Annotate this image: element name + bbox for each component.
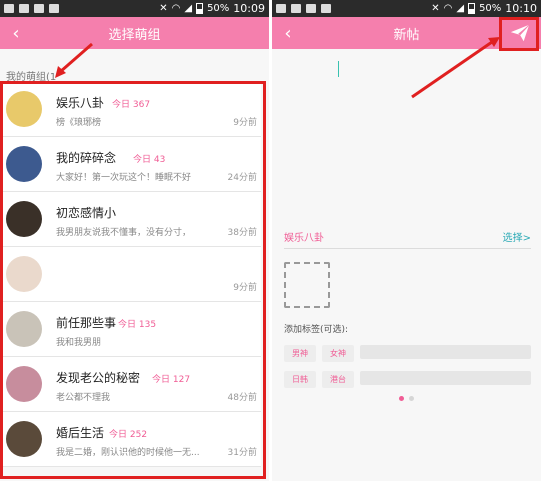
text-cursor — [338, 61, 339, 77]
notification-icon — [276, 4, 286, 13]
signal-icon: ◢ — [456, 3, 465, 14]
group-list-item[interactable]: 娱乐八卦 今日 367 榜《琅琊榜 9分前 — [0, 82, 261, 137]
latest-post-preview: 大家好！第一次玩这个！睡眠不好 — [56, 173, 192, 183]
clock: 10:10 — [505, 2, 537, 15]
usb-icon — [321, 4, 331, 13]
latest-post-preview: 我男朋友说我不懂事，没有分寸， — [56, 228, 192, 238]
image-icon — [19, 4, 29, 13]
group-list-item[interactable]: 发现老公的秘密 今日 127 老公都不理我 48分前 — [0, 357, 261, 412]
chevron-left-icon[interactable]: ‹ — [6, 23, 26, 44]
post-time: 38分前 — [227, 228, 257, 238]
tag-row-2: 日韩 港台 — [284, 371, 531, 388]
battery-icon — [468, 3, 476, 14]
today-count: 今日 135 — [118, 320, 157, 330]
group-name: 娱乐八卦 — [56, 96, 105, 110]
select-group-screen: ✕ ◠ ◢ 50% 10:09 ‹ 选择萌组 我的萌组(1 娱乐八卦 今日 367… — [0, 0, 269, 481]
group-item-body: 我的碎碎念 今日 43 大家好！第一次玩这个！睡眠不好 24分前 — [56, 137, 261, 191]
page-dot[interactable] — [399, 396, 404, 401]
post-content-textarea[interactable] — [272, 49, 541, 217]
usb-icon — [49, 4, 59, 13]
tag-chip[interactable]: 日韩 — [284, 371, 316, 388]
group-name: 发现老公的秘密 — [56, 371, 141, 385]
group-avatar — [6, 366, 42, 402]
clock: 10:09 — [233, 2, 265, 15]
group-list-item[interactable]: 前任那些事 今日 135 我和我男朋 — [0, 302, 261, 357]
tag-chip[interactable]: 港台 — [322, 371, 354, 388]
latest-post-preview: 榜《琅琊榜 — [56, 118, 102, 128]
wifi-icon: ◠ — [443, 3, 453, 14]
new-post-screen: ✕ ◠ ◢ 50% 10:10 ‹ 新帖 娱乐八卦 选择> 添加标签(可选): … — [272, 0, 541, 481]
app-icon — [306, 4, 316, 13]
wifi-icon: ◠ — [171, 3, 181, 14]
latest-post-preview: 我是二婚，刚认识他的时候他一无... — [56, 448, 200, 458]
group-name: 初恋感情小 — [56, 206, 117, 220]
add-photo-button[interactable] — [284, 262, 330, 308]
group-name: 婚后生活 — [56, 426, 105, 440]
page-title: 选择萌组 — [108, 27, 161, 43]
group-item-body: 9分前 — [56, 247, 261, 301]
today-count: 今日 127 — [152, 375, 191, 385]
mute-icon: ✕ — [431, 3, 440, 14]
tag-chip[interactable]: 男神 — [284, 345, 316, 362]
status-bar: ✕ ◠ ◢ 50% 10:10 — [272, 0, 541, 17]
group-item-body: 婚后生活 今日 252 我是二婚，刚认识他的时候他一无... 31分前 — [56, 412, 261, 466]
image-icon — [291, 4, 301, 13]
app-bar: ‹ 新帖 — [272, 17, 541, 49]
app-bar: ‹ 选择萌组 — [0, 17, 269, 49]
post-time: 48分前 — [227, 393, 257, 403]
app-icon — [34, 4, 44, 13]
group-avatar — [6, 91, 42, 127]
group-avatar — [6, 256, 42, 292]
post-time: 9分前 — [233, 283, 257, 293]
paper-plane-send-icon[interactable] — [509, 22, 531, 44]
selected-group-name: 娱乐八卦 — [284, 233, 324, 244]
post-time: 31分前 — [227, 448, 257, 458]
today-count: 今日 252 — [109, 430, 148, 440]
group-item-body: 发现老公的秘密 今日 127 老公都不理我 48分前 — [56, 357, 261, 411]
tag-row-1: 男神 女神 — [284, 345, 531, 362]
blurred-tags — [360, 345, 531, 359]
battery-percent: 50% — [479, 3, 502, 14]
group-avatar — [6, 421, 42, 457]
group-avatar — [6, 146, 42, 182]
mute-icon: ✕ — [159, 3, 168, 14]
group-avatar — [6, 311, 42, 347]
signal-icon: ◢ — [184, 3, 193, 14]
group-list: 娱乐八卦 今日 367 榜《琅琊榜 9分前 我的碎碎念 今日 43 大家好！第一次玩这个！睡… — [0, 82, 261, 467]
status-bar: ✕ ◠ ◢ 50% 10:09 — [0, 0, 269, 17]
page-dot[interactable] — [409, 396, 414, 401]
group-item-body: 前任那些事 今日 135 我和我男朋 — [56, 302, 261, 356]
latest-post-preview: 我和我男朋 — [56, 338, 102, 348]
chevron-left-icon[interactable]: ‹ — [278, 23, 298, 44]
today-count: 今日 367 — [112, 100, 151, 110]
tag-label: 添加标签(可选): — [284, 325, 349, 335]
page-indicator — [272, 396, 541, 401]
post-time: 24分前 — [227, 173, 257, 183]
tag-chip[interactable]: 女神 — [322, 345, 354, 362]
notification-icon — [4, 4, 14, 13]
group-list-item[interactable]: 婚后生活 今日 252 我是二婚，刚认识他的时候他一无... 31分前 — [0, 412, 261, 467]
battery-icon — [196, 3, 204, 14]
group-avatar — [6, 201, 42, 237]
group-list-item[interactable]: 9分前 — [0, 247, 261, 302]
choose-group-link[interactable]: 选择> — [503, 229, 531, 244]
group-name: 我的碎碎念 — [56, 151, 117, 165]
group-item-body: 娱乐八卦 今日 367 榜《琅琊榜 9分前 — [56, 82, 261, 136]
battery-percent: 50% — [207, 3, 230, 14]
latest-post-preview: 老公都不理我 — [56, 393, 111, 403]
group-list-item[interactable]: 我的碎碎念 今日 43 大家好！第一次玩这个！睡眠不好 24分前 — [0, 137, 261, 192]
blurred-tags — [360, 371, 531, 385]
post-time: 9分前 — [233, 118, 257, 128]
group-list-item[interactable]: 初恋感情小我男朋友说我不懂事，没有分寸， 38分前 — [0, 192, 261, 247]
page-title: 新帖 — [393, 27, 420, 43]
group-name: 前任那些事 — [56, 316, 117, 330]
group-selector[interactable]: 娱乐八卦 选择> — [284, 225, 531, 249]
group-item-body: 初恋感情小我男朋友说我不懂事，没有分寸， 38分前 — [56, 192, 261, 246]
today-count: 今日 43 — [133, 155, 166, 165]
